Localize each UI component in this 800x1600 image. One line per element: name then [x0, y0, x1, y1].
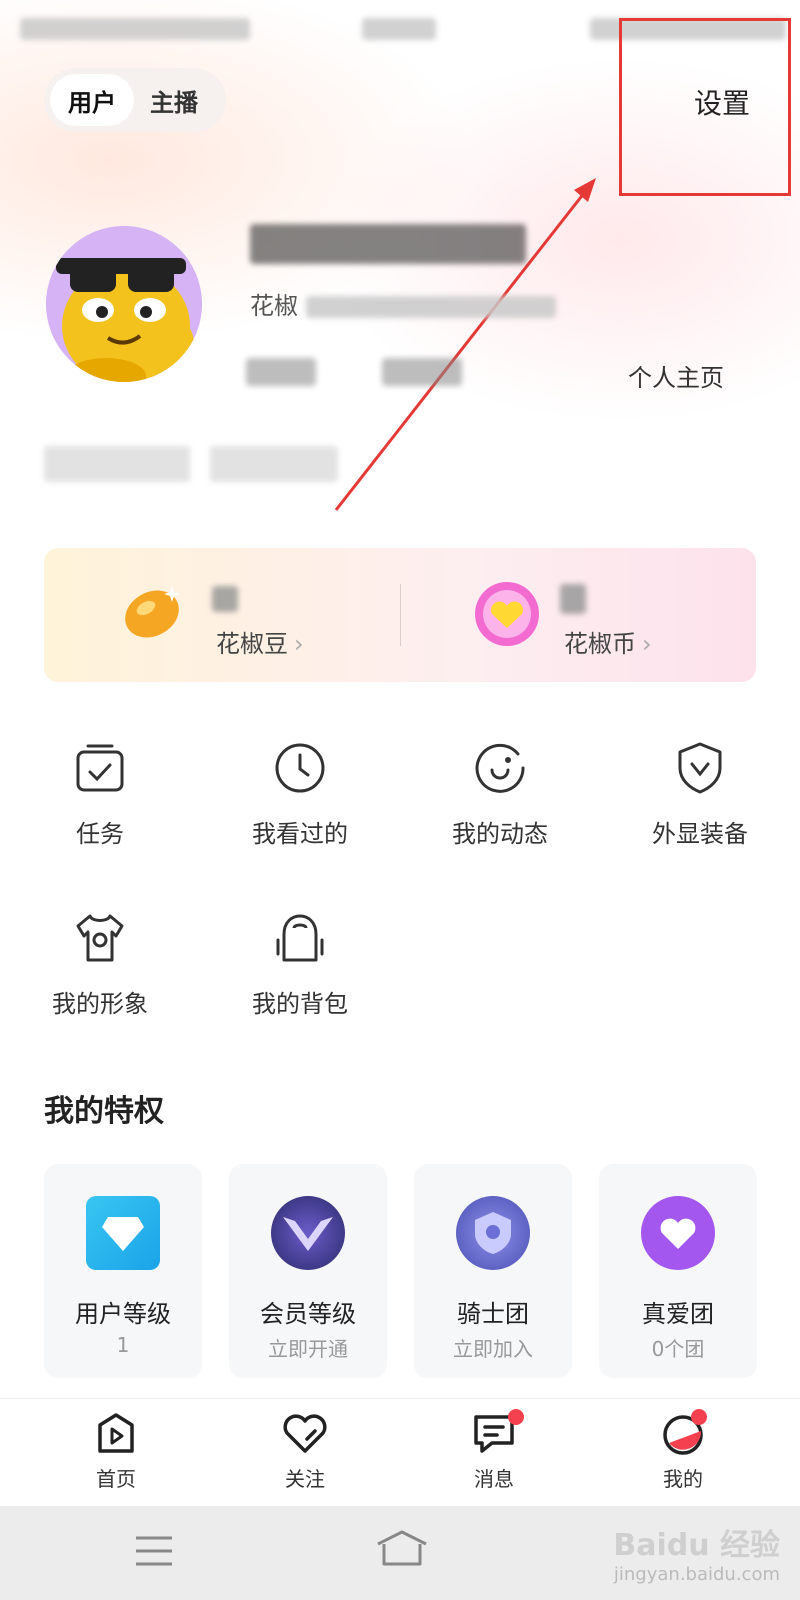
menu-icon[interactable] [134, 1534, 174, 1568]
privilege-true-love[interactable]: 真爱团 0个团 [599, 1164, 757, 1378]
quick-backpack[interactable]: 我的背包 [220, 910, 380, 1030]
diamond-icon [86, 1196, 160, 1270]
user-id: 花椒 [250, 286, 556, 321]
play-home-icon [98, 1413, 134, 1453]
quick-backpack-label: 我的背包 [252, 990, 348, 1018]
privilege-title: 用户等级 [75, 1300, 171, 1328]
system-nav-bar: Baidu 经验 jingyan.baidu.com [0, 1506, 800, 1600]
avatar[interactable] [46, 226, 202, 382]
profile-page: 用户 主播 设置 花椒 个人主页 花椒豆 › 花椒币 › 任务 我看过的 我的动… [0, 0, 800, 1600]
role-switch: 用户 主播 [44, 68, 226, 132]
privilege-title: 骑士团 [457, 1300, 529, 1328]
privilege-subtitle: 0个团 [651, 1337, 705, 1361]
coin-icon [475, 582, 539, 646]
watermark: Baidu 经验 jingyan.baidu.com [613, 1528, 780, 1586]
quick-task-label: 任务 [76, 820, 124, 848]
nav-home-label: 首页 [96, 1467, 136, 1491]
privilege-title: 真爱团 [642, 1300, 714, 1328]
quick-history[interactable]: 我看过的 [220, 740, 380, 860]
homepage-label: 个人主页 [628, 364, 724, 392]
quick-avatar-look[interactable]: 我的形象 [20, 910, 180, 1030]
quick-task[interactable]: 任务 [20, 740, 180, 860]
nav-follow[interactable]: 关注 [245, 1409, 365, 1492]
chevron-right-icon: › [294, 630, 304, 658]
coins-entry[interactable]: 花椒币 › [400, 548, 756, 682]
nav-messages[interactable]: 消息 [434, 1409, 554, 1492]
nav-home[interactable]: 首页 [56, 1409, 176, 1492]
privilege-subtitle: 1 [116, 1333, 130, 1357]
history-clock-icon [275, 743, 325, 793]
uid-prefix: 花椒 [250, 292, 298, 320]
watermark-sub: jingyan.baidu.com [613, 1564, 780, 1586]
privileges-title: 我的特权 [44, 1094, 164, 1129]
wallet-card: 花椒豆 › 花椒币 › [44, 548, 756, 682]
beans-label: 花椒豆 [216, 630, 288, 658]
nav-follow-label: 关注 [285, 1467, 325, 1491]
backpack-icon [276, 914, 324, 962]
vip-wings-icon [271, 1196, 345, 1270]
avatar-character-icon [46, 226, 202, 382]
notification-dot [691, 1409, 707, 1425]
quick-avatar-look-label: 我的形象 [52, 990, 148, 1018]
task-icon [76, 744, 124, 792]
heart-icon [283, 1414, 327, 1453]
heart-badge-icon [641, 1196, 715, 1270]
shield-icon [678, 742, 722, 794]
nav-me-label: 我的 [663, 1467, 703, 1491]
bean-icon [125, 586, 180, 638]
privilege-vip-level[interactable]: 会员等级 立即开通 [229, 1164, 387, 1378]
moments-icon [475, 743, 525, 793]
home-icon[interactable] [374, 1528, 430, 1568]
tshirt-icon [76, 914, 124, 962]
fans-stat[interactable] [382, 358, 462, 386]
chevron-right-icon: › [642, 630, 652, 658]
quick-equipment-label: 外显装备 [652, 820, 748, 848]
beans-entry[interactable]: 花椒豆 › [44, 548, 400, 682]
homepage-link[interactable]: 个人主页 [628, 358, 724, 393]
quick-moments-label: 我的动态 [452, 820, 548, 848]
tab-streamer[interactable]: 主播 [134, 74, 214, 126]
quick-moments[interactable]: 我的动态 [420, 740, 580, 860]
privilege-subtitle: 立即加入 [453, 1337, 533, 1361]
nav-messages-label: 消息 [474, 1467, 514, 1491]
watermark-main: Baidu 经验 [613, 1528, 780, 1564]
unread-dot [508, 1409, 524, 1425]
badge-row [44, 440, 340, 490]
nav-me[interactable]: 我的 [623, 1409, 743, 1492]
bottom-nav: 首页 关注 消息 我的 [0, 1398, 800, 1506]
quick-history-label: 我看过的 [252, 820, 348, 848]
privilege-title: 会员等级 [260, 1300, 356, 1328]
follow-stat[interactable] [246, 358, 316, 386]
privilege-user-level[interactable]: 用户等级 1 [44, 1164, 202, 1378]
tab-user[interactable]: 用户 [50, 74, 134, 126]
annotation-highlight-box [619, 18, 791, 196]
privilege-knights[interactable]: 骑士团 立即加入 [414, 1164, 572, 1378]
quick-equipment[interactable]: 外显装备 [620, 740, 780, 860]
coins-label: 花椒币 [564, 630, 636, 658]
knight-shield-icon [456, 1196, 530, 1270]
username [250, 218, 530, 274]
privilege-subtitle: 立即开通 [268, 1337, 348, 1361]
